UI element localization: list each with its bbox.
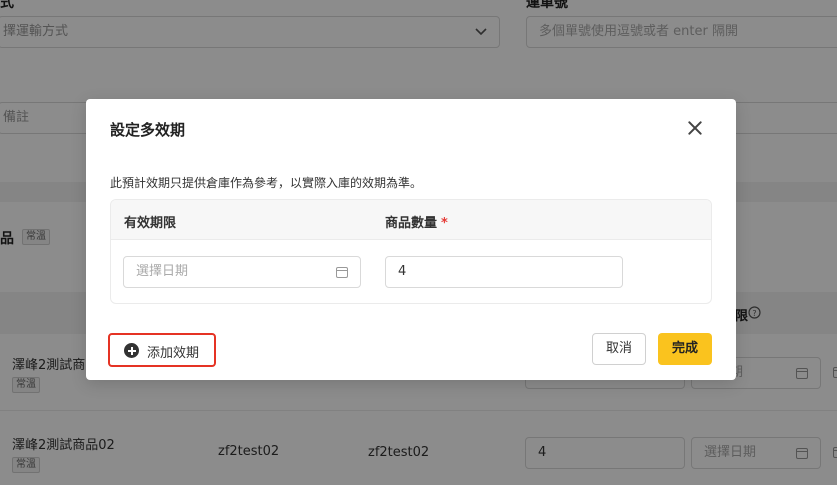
column-header-expiry: 有效期限 <box>124 216 177 231</box>
column-header-quantity-label: 商品數量 <box>385 216 438 231</box>
done-button[interactable]: 完成 <box>658 333 712 365</box>
quantity-value: 4 <box>398 264 407 279</box>
required-mark: * <box>441 216 448 231</box>
expiry-date-picker[interactable]: 選擇日期 <box>123 256 361 288</box>
date-placeholder: 選擇日期 <box>136 264 189 279</box>
quantity-input[interactable]: 4 <box>385 256 623 288</box>
expiry-table: 有效期限 商品數量 * 選擇日期 4 <box>110 199 712 304</box>
add-expiry-label: 添加效期 <box>147 346 200 361</box>
dialog-title: 設定多效期 <box>110 121 186 139</box>
column-header-quantity: 商品數量 * <box>385 212 448 231</box>
calendar-icon <box>336 267 348 278</box>
close-icon[interactable] <box>686 119 704 137</box>
dialog-notice: 此預計效期只提供倉庫作為參考，以實際入庫的效期為準。 <box>110 176 423 190</box>
add-expiry-button[interactable]: 添加效期 <box>108 333 216 367</box>
multi-expiry-dialog: 設定多效期 此預計效期只提供倉庫作為參考，以實際入庫的效期為準。 有效期限 商品… <box>86 99 736 380</box>
cancel-button[interactable]: 取消 <box>592 333 646 365</box>
plus-circle-icon <box>124 343 139 358</box>
expiry-table-header: 有效期限 商品數量 * <box>111 200 711 240</box>
